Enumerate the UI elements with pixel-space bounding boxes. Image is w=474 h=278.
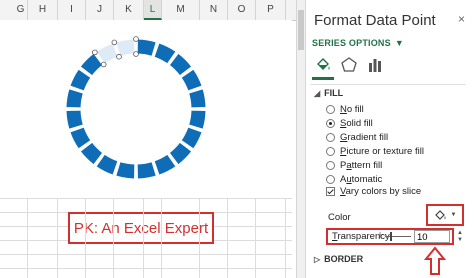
transparency-slider-thumb[interactable] xyxy=(390,232,392,241)
radio-button[interactable] xyxy=(326,161,335,170)
color-label: Color xyxy=(328,212,351,223)
column-headers: GHIJKLMNOP xyxy=(0,0,296,21)
fill-option-label: No fill xyxy=(340,104,364,115)
spreadsheet-area: GHIJKLMNOP PK: An Excel Expert xyxy=(0,0,296,278)
fill-line-icon[interactable] xyxy=(312,55,334,80)
radio-button[interactable] xyxy=(326,133,335,142)
fill-option-gradient-fill[interactable]: Gradient fill xyxy=(326,132,388,143)
column-header-p[interactable]: P xyxy=(256,0,286,20)
column-header-j[interactable]: J xyxy=(86,0,114,20)
grid-line xyxy=(57,198,58,278)
fill-option-pattern-fill[interactable]: Pattern fill xyxy=(326,160,382,171)
border-header-label: BORDER xyxy=(324,254,364,264)
effects-icon[interactable] xyxy=(338,55,360,77)
fill-option-label: Picture or texture fill xyxy=(340,146,424,157)
grid-line xyxy=(227,198,228,278)
collapse-triangle-icon: ◢ xyxy=(314,89,321,98)
up-arrow-annotation-icon xyxy=(424,246,446,275)
donut-segment[interactable] xyxy=(188,109,207,130)
paint-bucket-icon xyxy=(434,210,446,220)
column-header-k[interactable]: K xyxy=(114,0,144,20)
series-options-icon[interactable] xyxy=(364,55,386,77)
grid-line xyxy=(113,198,114,278)
fill-option-no-fill[interactable]: No fill xyxy=(326,104,364,115)
fill-header-label: FILL xyxy=(324,88,344,98)
radio-button[interactable] xyxy=(326,175,335,184)
format-data-point-pane: Format Data Point × SERIES OPTIONS ▼ ◢ FIL… xyxy=(306,0,474,278)
vary-colors-label: ary colors by slice xyxy=(345,186,422,197)
selection-handle[interactable] xyxy=(133,51,139,57)
expand-triangle-icon: ▷ xyxy=(314,255,321,264)
vary-colors-checkbox[interactable]: Vary colors by slice xyxy=(326,186,421,197)
selection-handle[interactable] xyxy=(111,39,118,46)
fill-option-picture-or-texture-fill[interactable]: Picture or texture fill xyxy=(326,146,424,157)
donut-segment[interactable] xyxy=(136,38,157,57)
selection-handle[interactable] xyxy=(92,49,98,56)
column-header-o[interactable]: O xyxy=(228,0,256,20)
fill-option-label: Gradient fill xyxy=(340,132,389,143)
grid-line xyxy=(161,198,162,278)
series-options-dropdown[interactable]: SERIES OPTIONS ▼ xyxy=(312,38,404,48)
selection-handle[interactable] xyxy=(133,36,139,42)
checkbox-box[interactable] xyxy=(326,187,335,196)
grid-line xyxy=(0,198,292,199)
grid-line xyxy=(85,198,86,278)
spin-up-icon[interactable]: ▲ xyxy=(456,230,464,237)
grid-line xyxy=(255,198,256,278)
column-header-g[interactable]: G xyxy=(14,0,28,20)
donut-segment[interactable] xyxy=(65,88,84,109)
grid-line xyxy=(143,198,144,278)
series-options-label: SERIES OPTIONS xyxy=(312,38,391,48)
grid-line xyxy=(285,198,286,278)
transparency-slider[interactable] xyxy=(385,236,411,237)
donut-segment[interactable] xyxy=(188,88,207,109)
donut-segment[interactable] xyxy=(115,161,136,180)
fill-option-label: Automatic xyxy=(340,174,383,185)
radio-button[interactable] xyxy=(326,119,335,128)
column-header-h[interactable]: H xyxy=(28,0,58,20)
color-picker-button[interactable]: ▼ xyxy=(426,204,464,226)
donut-chart[interactable] xyxy=(0,20,292,198)
grid-line xyxy=(0,268,292,269)
fill-option-label: Pattern fill xyxy=(340,160,383,171)
radio-button[interactable] xyxy=(326,147,335,156)
spin-down-icon[interactable]: ▼ xyxy=(456,237,464,244)
fill-option-automatic[interactable]: Automatic xyxy=(326,174,382,185)
grid-line xyxy=(27,198,28,278)
donut-segment-selected[interactable] xyxy=(115,38,136,57)
pane-title: Format Data Point xyxy=(314,12,436,29)
radio-button[interactable] xyxy=(326,105,335,114)
selection-handle[interactable] xyxy=(116,53,122,60)
transparency-input[interactable]: 10 xyxy=(414,230,450,243)
column-header-m[interactable]: M xyxy=(162,0,200,20)
color-dropdown-arrow-icon: ▼ xyxy=(450,212,457,218)
donut-segment[interactable] xyxy=(136,161,157,180)
transparency-spinner[interactable]: ▲ ▼ xyxy=(456,230,464,244)
transparency-row: Transparency ⊦ 10 xyxy=(326,228,454,245)
caption-text: PK: An Excel Expert xyxy=(73,219,209,237)
grid-line xyxy=(0,254,292,255)
scrollbar-thumb[interactable] xyxy=(298,10,304,50)
fill-option-label: Solid fill xyxy=(340,118,373,129)
slider-min-marker: ⊦ xyxy=(379,230,384,240)
tabs-divider xyxy=(310,84,466,85)
close-icon[interactable]: × xyxy=(458,12,465,26)
column-header-n[interactable]: N xyxy=(200,0,228,20)
fill-option-solid-fill[interactable]: Solid fill xyxy=(326,118,373,129)
border-section-header[interactable]: ▷ BORDER xyxy=(314,254,363,264)
column-header-l[interactable]: L xyxy=(144,0,162,20)
column-header-i[interactable]: I xyxy=(58,0,86,20)
donut-segment[interactable] xyxy=(65,109,84,130)
selection-handle[interactable] xyxy=(100,61,107,68)
caption-box: PK: An Excel Expert xyxy=(68,212,214,244)
vertical-scrollbar[interactable] xyxy=(296,0,306,278)
grid-line xyxy=(199,198,200,278)
fill-section-header[interactable]: ◢ FILL xyxy=(314,88,343,98)
chevron-down-icon: ▼ xyxy=(394,38,404,48)
